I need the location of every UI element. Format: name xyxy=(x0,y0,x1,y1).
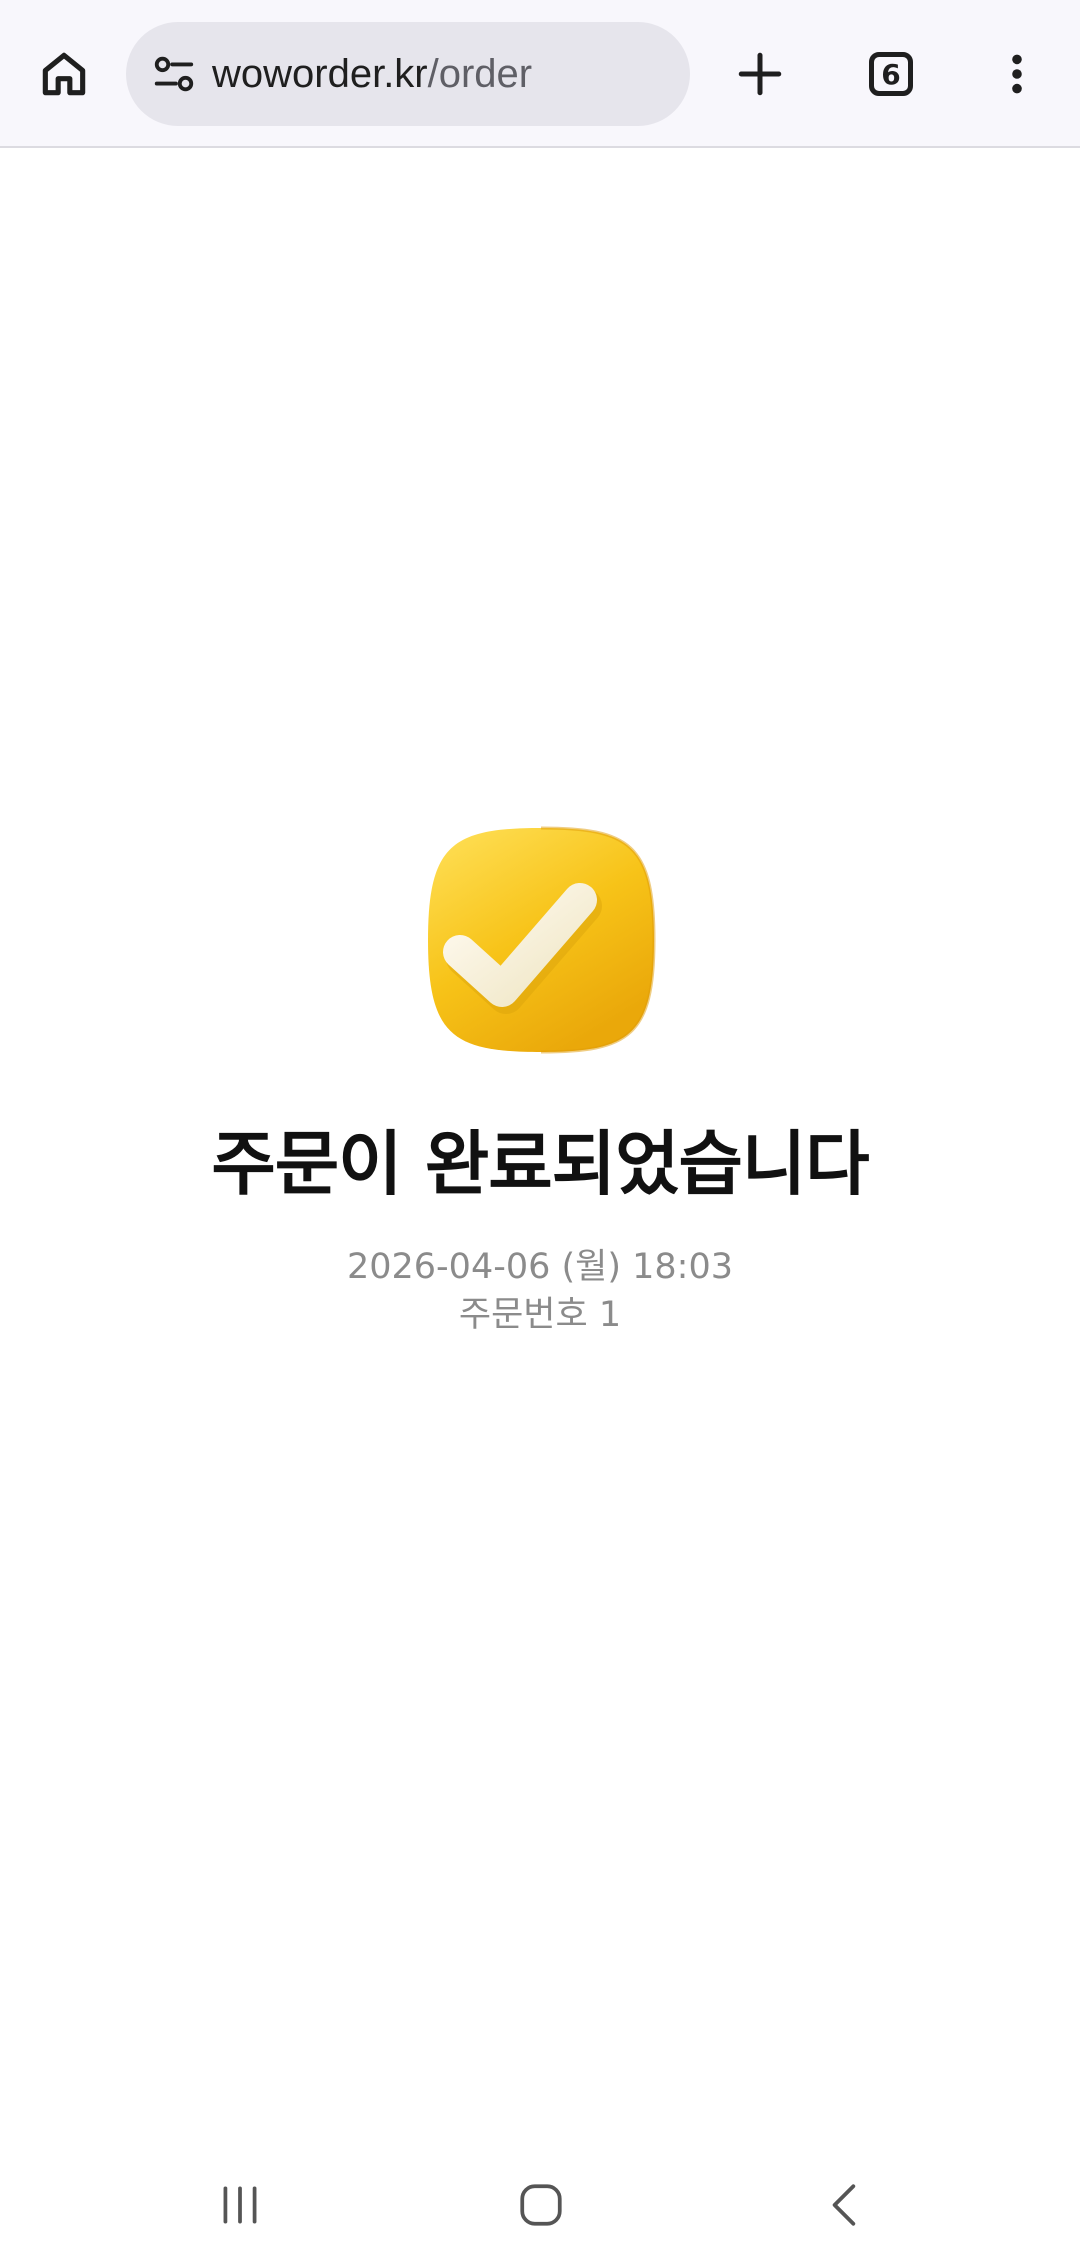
tab-count: 6 xyxy=(881,57,901,91)
new-tab-button[interactable] xyxy=(720,34,800,114)
home-icon xyxy=(42,52,86,96)
system-nav-bar xyxy=(0,2140,1080,2267)
order-number: 주문번호 1 xyxy=(458,1295,622,1335)
more-vert-icon xyxy=(1012,54,1022,94)
recents-icon xyxy=(223,2186,257,2224)
browser-menu-button[interactable] xyxy=(977,34,1057,114)
browser-toolbar: woworder.kr/order 6 xyxy=(0,0,1080,148)
nav-home-icon xyxy=(520,2184,562,2226)
tab-switcher-button[interactable]: 6 xyxy=(851,34,931,114)
tab-switcher-icon: 6 xyxy=(869,52,913,96)
order-complete-title: 주문이 완료되었습니다 xyxy=(211,1123,869,1205)
address-bar[interactable]: woworder.kr/order xyxy=(126,22,690,126)
order-date: 2026-04-06 (월) 18:03 xyxy=(346,1247,734,1287)
nav-home-button[interactable] xyxy=(491,2160,591,2250)
back-button[interactable] xyxy=(795,2160,895,2250)
url-path: /order xyxy=(427,52,533,96)
url-domain: woworder.kr xyxy=(212,52,428,96)
home-button[interactable] xyxy=(24,34,104,114)
site-info-icon[interactable] xyxy=(144,44,204,104)
url-text: woworder.kr/order xyxy=(212,22,532,126)
plus-icon xyxy=(738,52,782,96)
check-badge-icon xyxy=(424,824,658,1056)
screen: woworder.kr/order 6 주문이 완료되었습니다 2026-04-… xyxy=(0,0,1080,2267)
recents-button[interactable] xyxy=(190,2160,290,2250)
back-icon xyxy=(832,2184,856,2226)
